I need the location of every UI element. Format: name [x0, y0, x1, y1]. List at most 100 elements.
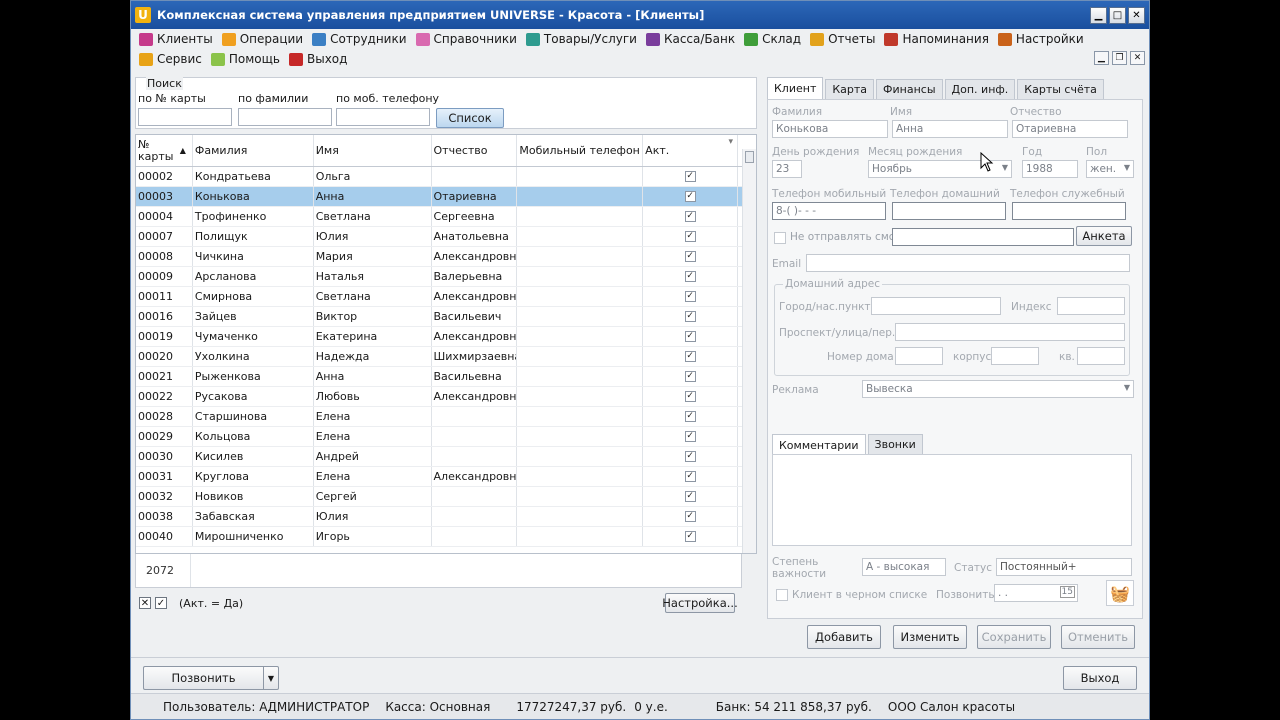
active-checkbox[interactable]: ✓ [684, 491, 696, 502]
tab-client-3[interactable]: Доп. инф. [944, 79, 1016, 99]
active-checkbox[interactable]: ✓ [684, 291, 696, 302]
table-row[interactable]: 00019 Чумаченко Екатерина Александровна ✓ [136, 327, 756, 347]
menu-item-directories[interactable]: Справочники [414, 32, 524, 46]
importance-field[interactable]: А - высокая [862, 558, 946, 576]
maximize-button[interactable]: □ [1109, 6, 1126, 24]
mdi-restore-button[interactable]: ❐ [1112, 51, 1127, 65]
menu-item-reports[interactable]: Отчеты [808, 32, 882, 46]
middlename-field[interactable]: Отариевна [1012, 120, 1128, 138]
house-field[interactable] [895, 347, 943, 365]
cancel-button[interactable]: Отменить [1061, 625, 1135, 649]
active-checkbox[interactable]: ✓ [684, 511, 696, 522]
active-checkbox[interactable]: ✓ [684, 191, 696, 202]
active-checkbox[interactable]: ✓ [684, 471, 696, 482]
building-field[interactable] [991, 347, 1039, 365]
edit-button[interactable]: Изменить [893, 625, 967, 649]
table-row[interactable]: 00016 Зайцев Виктор Васильевич ✓ [136, 307, 756, 327]
table-row[interactable]: 00040 Мирошниченко Игорь ✓ [136, 527, 756, 547]
active-checkbox[interactable]: ✓ [684, 351, 696, 362]
table-row[interactable]: 00038 Забавская Юлия ✓ [136, 507, 756, 527]
table-row[interactable]: 00009 Арсланова Наталья Валерьевна ✓ [136, 267, 756, 287]
anketa-button[interactable]: Анкета [1076, 226, 1132, 246]
apt-field[interactable] [1077, 347, 1125, 365]
active-checkbox[interactable]: ✓ [684, 331, 696, 342]
table-row[interactable]: 00031 Круглова Елена Александровна ✓ [136, 467, 756, 487]
table-row[interactable]: 00007 Полищук Юлия Анатольевна ✓ [136, 227, 756, 247]
table-row[interactable]: 00021 Рыженкова Анна Васильевна ✓ [136, 367, 756, 387]
street-field[interactable] [895, 323, 1125, 341]
status-field[interactable]: Постоянный+ [996, 558, 1132, 576]
city-field[interactable] [871, 297, 1001, 315]
active-checkbox[interactable]: ✓ [684, 451, 696, 462]
home-phone-field[interactable] [892, 202, 1006, 220]
call-dropdown-icon[interactable]: ▼ [263, 666, 279, 690]
lastname-field[interactable]: Конькова [772, 120, 888, 138]
index-field[interactable] [1057, 297, 1125, 315]
search-phone-input[interactable] [336, 108, 430, 126]
table-row[interactable]: 00011 Смирнова Светлана Александровна ✓ [136, 287, 756, 307]
active-checkbox[interactable]: ✓ [684, 311, 696, 322]
firstname-field[interactable]: Анна [892, 120, 1008, 138]
column-active[interactable]: Акт. ▾ [643, 135, 739, 166]
table-row[interactable]: 00003 Конькова Анна Отариевна ✓ [136, 187, 756, 207]
menu-item-cash[interactable]: Касса/Банк [644, 32, 742, 46]
menu-item-clients[interactable]: Клиенты [137, 32, 220, 46]
tab-calls[interactable]: Звонки [867, 434, 923, 454]
menu-item-service[interactable]: Сервис [137, 52, 209, 66]
active-checkbox[interactable]: ✓ [684, 411, 696, 422]
active-checkbox[interactable]: ✓ [684, 211, 696, 222]
filter-icon[interactable]: ▾ [728, 137, 733, 147]
menu-item-warehouse[interactable]: Склад [742, 32, 808, 46]
active-checkbox[interactable]: ✓ [684, 431, 696, 442]
calendar-icon[interactable]: 15 [1059, 586, 1075, 598]
menu-item-employees[interactable]: Сотрудники [310, 32, 413, 46]
table-row[interactable]: 00032 Новиков Сергей ✓ [136, 487, 756, 507]
table-row[interactable]: 00020 Ухолкина Надежда Шихмирзаевна ✓ [136, 347, 756, 367]
birth-day-field[interactable]: 23 [772, 160, 802, 178]
column-middlename[interactable]: Отчество [432, 135, 518, 166]
close-button[interactable]: ✕ [1128, 6, 1145, 24]
minimize-button[interactable]: ▁ [1090, 6, 1107, 24]
menu-item-help[interactable]: Помощь [209, 52, 287, 66]
work-phone-field[interactable] [1012, 202, 1126, 220]
column-lastname[interactable]: Фамилия [193, 135, 314, 166]
tab-client-1[interactable]: Карта [825, 79, 875, 99]
table-row[interactable]: 00004 Трофиненко Светлана Сергеевна ✓ [136, 207, 756, 227]
table-row[interactable]: 00028 Старшинова Елена ✓ [136, 407, 756, 427]
grid-scrollbar[interactable] [742, 149, 756, 553]
list-button[interactable]: Список [436, 108, 504, 128]
search-lastname-input[interactable] [238, 108, 332, 126]
mdi-close-button[interactable]: ✕ [1130, 51, 1145, 65]
active-checkbox[interactable]: ✓ [684, 391, 696, 402]
table-row[interactable]: 00029 Кольцова Елена ✓ [136, 427, 756, 447]
column-mobile[interactable]: Мобильный телефон [517, 135, 644, 166]
email-field[interactable] [806, 254, 1130, 272]
column-card[interactable]: № карты ▲ [136, 135, 193, 166]
add-button[interactable]: Добавить [807, 625, 881, 649]
ads-select[interactable]: Вывеска ▼ [862, 380, 1134, 398]
save-button[interactable]: Сохранить [977, 625, 1051, 649]
search-card-input[interactable] [138, 108, 232, 126]
table-row[interactable]: 00002 Кондратьева Ольга ✓ [136, 167, 756, 187]
tab-client-0[interactable]: Клиент [767, 77, 824, 99]
filter-enabled-checkbox[interactable]: ✓ [155, 597, 167, 609]
call-button[interactable]: Позвонить [143, 666, 263, 690]
comments-memo[interactable] [772, 454, 1132, 546]
table-row[interactable]: 00030 Кисилев Андрей ✓ [136, 447, 756, 467]
tab-client-2[interactable]: Финансы [876, 79, 943, 99]
tab-client-4[interactable]: Карты счёта [1017, 79, 1104, 99]
sms-field[interactable] [892, 228, 1074, 246]
scrollbar-thumb[interactable] [745, 151, 754, 163]
menu-item-operations[interactable]: Операции [220, 32, 310, 46]
mdi-minimize-button[interactable]: ▁ [1094, 51, 1109, 65]
blacklist-checkbox[interactable] [776, 589, 788, 601]
tab-comments[interactable]: Комментарии [772, 434, 866, 456]
active-checkbox[interactable]: ✓ [684, 271, 696, 282]
grid-settings-button[interactable]: Настройка... [662, 593, 738, 613]
mobile-field[interactable]: 8-( )- - - [772, 202, 886, 220]
table-row[interactable]: 00022 Русакова Любовь Александровна ✓ [136, 387, 756, 407]
table-row[interactable]: 00008 Чичкина Мария Александровна ✓ [136, 247, 756, 267]
gender-select[interactable]: жен. ▼ [1086, 160, 1134, 178]
active-checkbox[interactable]: ✓ [684, 531, 696, 542]
active-checkbox[interactable]: ✓ [684, 231, 696, 242]
